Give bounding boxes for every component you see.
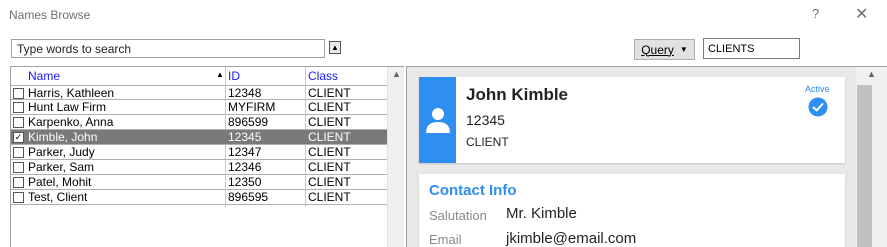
row-name-cell: Kimble, John [28, 130, 98, 144]
row-checkbox[interactable]: ✓ [13, 132, 24, 143]
person-name: John Kimble [466, 85, 569, 104]
row-class-cell: CLIENT [308, 190, 351, 204]
title-bar: Names Browse ? ✕ [0, 0, 887, 32]
row-id-cell: 12350 [228, 175, 262, 189]
active-check-icon [808, 97, 828, 117]
row-name-cell: Karpenko, Anna [28, 115, 114, 129]
person-id: 12345 [466, 112, 505, 128]
grid-scrollbar[interactable]: ▲ [387, 67, 404, 247]
row-checkbox[interactable] [13, 147, 24, 158]
row-id-cell: 896599 [228, 115, 269, 129]
dropdown-arrow-icon: ▼ [679, 45, 688, 54]
row-checkbox[interactable] [13, 88, 24, 99]
scroll-up-icon[interactable]: ▲ [867, 69, 876, 79]
status-label: Active [805, 84, 830, 94]
contact-info-title: Contact Info [429, 182, 517, 199]
column-header-id[interactable]: ID [228, 69, 240, 83]
table-row[interactable]: Patel, Mohit 12350 CLIENT [11, 175, 387, 190]
email-value[interactable]: jkimble@email.com [506, 230, 636, 247]
column-header-name[interactable]: Name [28, 69, 60, 83]
row-name-cell: Harris, Kathleen [28, 86, 115, 100]
row-checkbox[interactable] [13, 117, 24, 128]
person-card: John Kimble 12345 CLIENT Active [419, 77, 845, 163]
row-checkbox[interactable] [13, 192, 24, 203]
detail-panel: John Kimble 12345 CLIENT Active Contact … [406, 66, 887, 247]
row-id-cell: MYFIRM [228, 100, 276, 114]
row-class-cell: CLIENT [308, 115, 351, 129]
row-class-cell: CLIENT [308, 130, 351, 144]
table-row[interactable]: Parker, Judy 12347 CLIENT [11, 145, 387, 160]
row-checkbox[interactable] [13, 102, 24, 113]
row-id-cell: 12348 [228, 86, 262, 100]
row-class-cell: CLIENT [308, 175, 351, 189]
row-class-cell: CLIENT [308, 160, 351, 174]
row-id-cell: 12346 [228, 160, 262, 174]
row-checkbox[interactable] [13, 162, 24, 173]
row-checkbox[interactable] [13, 177, 24, 188]
contact-info-card: Contact Info Salutation Mr. Kimble Email… [419, 174, 845, 247]
email-label: Email [429, 232, 462, 247]
help-button[interactable]: ? [812, 6, 819, 21]
table-row[interactable]: Harris, Kathleen 12348 CLIENT [11, 85, 387, 100]
row-name-cell: Parker, Judy [28, 145, 95, 159]
row-name-cell: Test, Client [28, 190, 88, 204]
search-input[interactable] [11, 39, 325, 58]
row-id-cell: 12345 [228, 130, 262, 144]
detail-scrollbar[interactable]: ▲ [856, 67, 887, 247]
grid-rows: Harris, Kathleen 12348 CLIENT Hunt Law Firm… [11, 85, 387, 205]
salutation-label: Salutation [429, 208, 487, 223]
salutation-value: Mr. Kimble [506, 205, 577, 222]
sort-ascending-icon: ▲ [216, 70, 224, 79]
collapse-search-button[interactable]: ▲ [329, 41, 341, 54]
column-header-class[interactable]: Class [308, 69, 338, 83]
scroll-thumb[interactable] [857, 85, 872, 247]
table-row[interactable]: ✓ Kimble, John 12345 CLIENT [11, 130, 387, 145]
row-name-cell: Patel, Mohit [28, 175, 92, 189]
grid-header: Name ▲ ID Class [11, 67, 387, 85]
table-row[interactable]: Test, Client 896595 CLIENT [11, 190, 387, 205]
query-button-label: Query [641, 42, 674, 57]
table-row[interactable]: Hunt Law Firm MYFIRM CLIENT [11, 100, 387, 115]
class-filter-input[interactable] [703, 38, 800, 59]
row-id-cell: 12347 [228, 145, 262, 159]
row-class-cell: CLIENT [308, 100, 351, 114]
query-button[interactable]: Query ▼ [634, 39, 695, 60]
names-grid: Name ▲ ID Class Harris, Kathleen 12348 CLI… [10, 66, 404, 247]
row-class-cell: CLIENT [308, 86, 351, 100]
person-class: CLIENT [466, 135, 509, 149]
row-name-cell: Parker, Sam [28, 160, 95, 174]
row-name-cell: Hunt Law Firm [28, 100, 107, 114]
close-button[interactable]: ✕ [855, 4, 868, 24]
scroll-up-icon[interactable]: ▲ [392, 69, 401, 79]
table-row[interactable]: Parker, Sam 12346 CLIENT [11, 160, 387, 175]
row-class-cell: CLIENT [308, 145, 351, 159]
row-id-cell: 896595 [228, 190, 269, 204]
card-accent [419, 77, 456, 163]
table-row[interactable]: Karpenko, Anna 896599 CLIENT [11, 115, 387, 130]
person-avatar-icon [425, 108, 450, 133]
window-title: Names Browse [9, 8, 91, 22]
